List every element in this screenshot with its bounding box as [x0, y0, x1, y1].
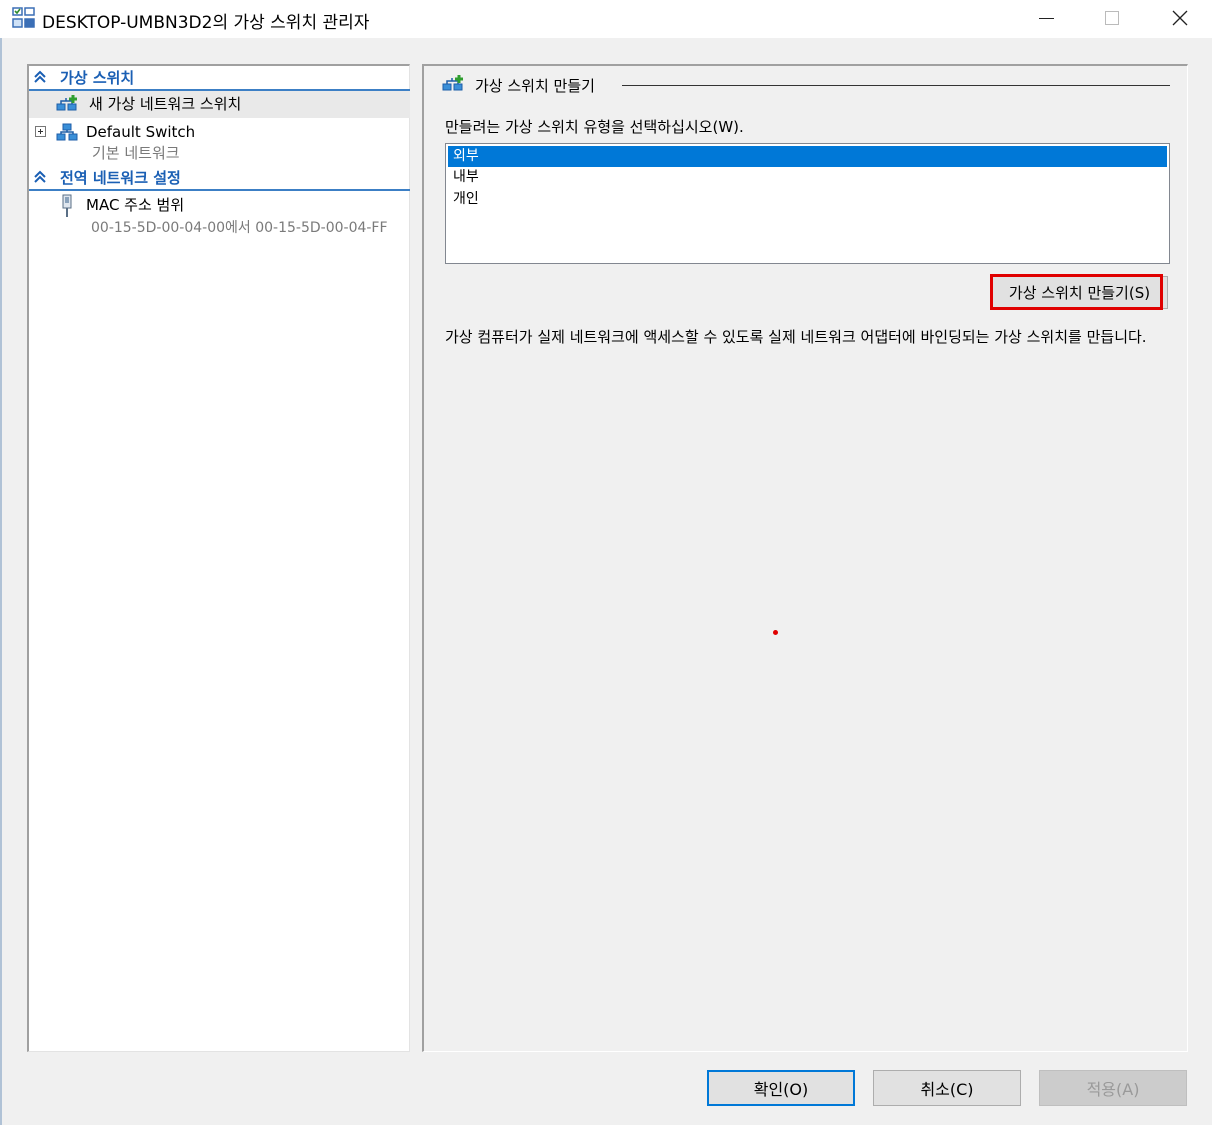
tree-item-sublabel: 00-15-5D-00-04-00에서 00-15-5D-00-04-FF: [91, 220, 388, 236]
switch-tree-panel[interactable]: 가상 스위치 새 가상 네트워크 스위치 Default Switch 기본 네…: [27, 64, 410, 1052]
cursor-dot: [773, 630, 778, 635]
tree-item-label: Default Switch: [86, 123, 196, 141]
double-chevron-up-icon: [34, 70, 46, 83]
tree-item-label: MAC 주소 범위: [86, 196, 185, 214]
network-adapter-icon: [62, 194, 72, 217]
tree-item-sublabel: 기본 네트워크: [92, 144, 180, 162]
cancel-button[interactable]: 취소(C): [873, 1070, 1021, 1106]
close-icon: [1172, 10, 1188, 26]
close-button[interactable]: [1146, 0, 1212, 38]
switch-details-panel: 가상 스위치 만들기 만들려는 가상 스위치 유형을 선택하십시오(W). 외부…: [422, 64, 1188, 1052]
network-add-icon: [56, 95, 77, 111]
list-item-external[interactable]: 외부: [448, 146, 1167, 167]
network-add-icon: [442, 75, 463, 91]
tree-item-mac-range[interactable]: MAC 주소 범위 00-15-5D-00-04-00에서 00-15-5D-0…: [29, 193, 410, 239]
virtual-switch-manager-icon: [12, 7, 36, 29]
maximize-button[interactable]: [1079, 0, 1145, 38]
tree-item-label: 새 가상 네트워크 스위치: [89, 95, 242, 113]
tree-item-new-switch[interactable]: 새 가상 네트워크 스위치: [29, 91, 410, 118]
switch-type-description: 가상 컴퓨터가 실제 네트워크에 액세스할 수 있도록 실제 네트워크 어댑터에…: [445, 328, 1147, 346]
list-item-private[interactable]: 개인: [448, 189, 1167, 210]
ok-button[interactable]: 확인(O): [707, 1070, 855, 1106]
tree-item-default-switch[interactable]: Default Switch 기본 네트워크: [29, 120, 410, 164]
type-prompt: 만들려는 가상 스위치 유형을 선택하십시오(W).: [445, 118, 744, 136]
window-title: DESKTOP-UMBN3D2의 가상 스위치 관리자: [42, 13, 370, 33]
switch-type-listbox[interactable]: 외부 내부 개인: [445, 143, 1170, 264]
apply-button[interactable]: 적용(A): [1039, 1070, 1187, 1106]
section-label: 전역 네트워크 설정: [60, 169, 181, 187]
create-switch-button[interactable]: 가상 스위치 만들기(S): [991, 276, 1168, 309]
minimize-button[interactable]: [1013, 0, 1079, 38]
network-switch-icon: [56, 123, 78, 141]
section-header-virtual-switches[interactable]: 가상 스위치: [29, 66, 410, 91]
double-chevron-up-icon: [34, 170, 46, 183]
list-item-internal[interactable]: 내부: [448, 167, 1167, 188]
window-edge: [0, 38, 2, 1125]
group-divider: [622, 85, 1170, 86]
section-header-global-network[interactable]: 전역 네트워크 설정: [29, 166, 410, 191]
group-title: 가상 스위치 만들기: [475, 77, 595, 95]
title-bar[interactable]: DESKTOP-UMBN3D2의 가상 스위치 관리자: [0, 0, 1212, 38]
section-label: 가상 스위치: [60, 69, 135, 87]
